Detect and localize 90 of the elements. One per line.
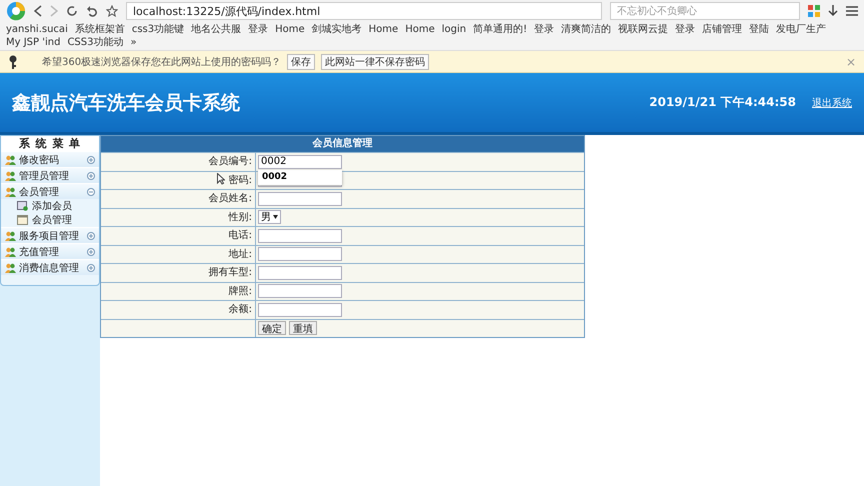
menu-label: 充值管理: [19, 246, 59, 258]
form-title: 会员信息管理: [101, 136, 584, 152]
prompt-button[interactable]: 此网站一律不保存密码: [321, 54, 430, 70]
users-icon: [5, 170, 16, 180]
prompt-button[interactable]: 保存: [287, 54, 316, 70]
menu-item[interactable]: 消费信息管理: [1, 259, 99, 275]
users-icon: [5, 262, 16, 272]
input-field[interactable]: [258, 192, 342, 206]
apps-icon[interactable]: [808, 5, 820, 17]
expand-icon[interactable]: [87, 232, 95, 240]
field-label: 拥有车型:: [101, 264, 256, 282]
expand-icon[interactable]: [87, 264, 95, 272]
bookmark[interactable]: 剑城实地考: [312, 23, 362, 36]
field-label: 地址:: [101, 246, 256, 263]
logout-link[interactable]: 退出系统: [812, 96, 852, 110]
field-label: 余额:: [101, 301, 256, 318]
bookmark[interactable]: CSS3功能动: [67, 36, 124, 49]
bookmark[interactable]: 系统框架首: [74, 23, 125, 36]
bookmark[interactable]: 登录: [534, 23, 554, 36]
star-icon[interactable]: [106, 5, 118, 17]
menu-title: 系 统 菜 单: [1, 136, 99, 151]
menu-icon[interactable]: [846, 6, 858, 16]
window-icon: [17, 215, 28, 225]
input-field[interactable]: [258, 302, 342, 317]
key-icon: [8, 54, 18, 68]
gender-select[interactable]: 男: [258, 210, 281, 224]
users-icon: [5, 154, 16, 164]
menu-item[interactable]: 会员管理: [1, 183, 99, 199]
submenu-item[interactable]: 会员管理: [1, 213, 99, 227]
expand-icon[interactable]: [87, 156, 95, 164]
bookmark[interactable]: 登录: [248, 23, 268, 36]
field-label: 牌照:: [101, 282, 256, 300]
menu-label: 会员管理: [19, 186, 59, 198]
menu-item[interactable]: 修改密码: [1, 151, 99, 167]
bookmark[interactable]: 清爽简洁的: [561, 23, 612, 36]
bookmark[interactable]: My JSP 'ind: [6, 36, 60, 49]
add-user-icon: [17, 201, 28, 211]
download-icon[interactable]: [828, 5, 838, 17]
bookmark[interactable]: 视联网云提: [618, 23, 668, 36]
form-button[interactable]: 重填: [289, 321, 317, 336]
more-bookmarks[interactable]: »: [130, 36, 137, 49]
submenu-item[interactable]: 添加会员: [1, 199, 99, 213]
menu-label: 消费信息管理: [19, 262, 79, 274]
bookmark[interactable]: 发电厂生产: [776, 23, 826, 36]
bookmark[interactable]: login: [442, 23, 466, 36]
reload-icon[interactable]: [66, 5, 78, 17]
collapse-icon[interactable]: [87, 188, 95, 196]
bookmark[interactable]: 简单通用的!: [473, 23, 528, 36]
menu-label: 修改密码: [19, 154, 59, 166]
users-icon: [5, 186, 16, 196]
bookmark[interactable]: 店铺管理: [702, 23, 742, 36]
bookmark[interactable]: Home: [405, 23, 435, 36]
input-field[interactable]: [258, 228, 342, 243]
date-time: 2019/1/21 下午4:44:58: [649, 94, 796, 111]
address-field[interactable]: localhost:13225/源代码/index.html: [126, 2, 602, 20]
browser-logo[interactable]: [6, 1, 26, 21]
field-label: 密码:: [101, 172, 256, 189]
forward-icon[interactable]: [50, 5, 58, 17]
users-icon: [5, 230, 16, 240]
caret-icon: [273, 215, 278, 220]
bookmark[interactable]: yanshi.sucai: [6, 23, 68, 36]
save-password-prompt: 希望360极速浏览器保存您在此网站上使用的密码吗？: [42, 56, 282, 68]
form-button[interactable]: 确定: [258, 321, 286, 336]
bookmark[interactable]: Home: [368, 23, 398, 36]
input-field[interactable]: [258, 247, 342, 262]
menu-item[interactable]: 管理员管理: [1, 167, 99, 183]
autocomplete-menu[interactable]: 0002: [258, 170, 342, 185]
menu-item[interactable]: 充值管理: [1, 243, 99, 259]
bookmark[interactable]: Home: [275, 23, 305, 36]
bookmark[interactable]: 登陆: [749, 23, 770, 36]
field-label: 会员姓名:: [101, 190, 256, 208]
cursor-icon: [217, 173, 225, 185]
field-label: 性别:: [101, 208, 256, 226]
menu-label: 管理员管理: [19, 170, 69, 182]
bookmark[interactable]: css3功能键: [132, 23, 184, 36]
system-title: 鑫靓点汽车洗车会员卡系统: [12, 90, 241, 116]
input-field[interactable]: [258, 284, 342, 298]
bookmark[interactable]: 登录: [675, 23, 696, 36]
input-field[interactable]: 0002: [258, 154, 342, 169]
undo-icon[interactable]: [86, 5, 98, 17]
field-label: 会员编号:: [101, 153, 256, 170]
bookmark[interactable]: 地名公共服: [191, 23, 242, 36]
menu-item[interactable]: 服务项目管理: [1, 227, 99, 243]
menu-label: 服务项目管理: [19, 230, 79, 242]
back-icon[interactable]: [34, 5, 42, 17]
users-icon: [5, 246, 16, 256]
input-field[interactable]: [258, 266, 342, 280]
field-label: 电话:: [101, 227, 256, 244]
expand-icon[interactable]: [87, 248, 95, 256]
expand-icon[interactable]: [87, 172, 95, 180]
